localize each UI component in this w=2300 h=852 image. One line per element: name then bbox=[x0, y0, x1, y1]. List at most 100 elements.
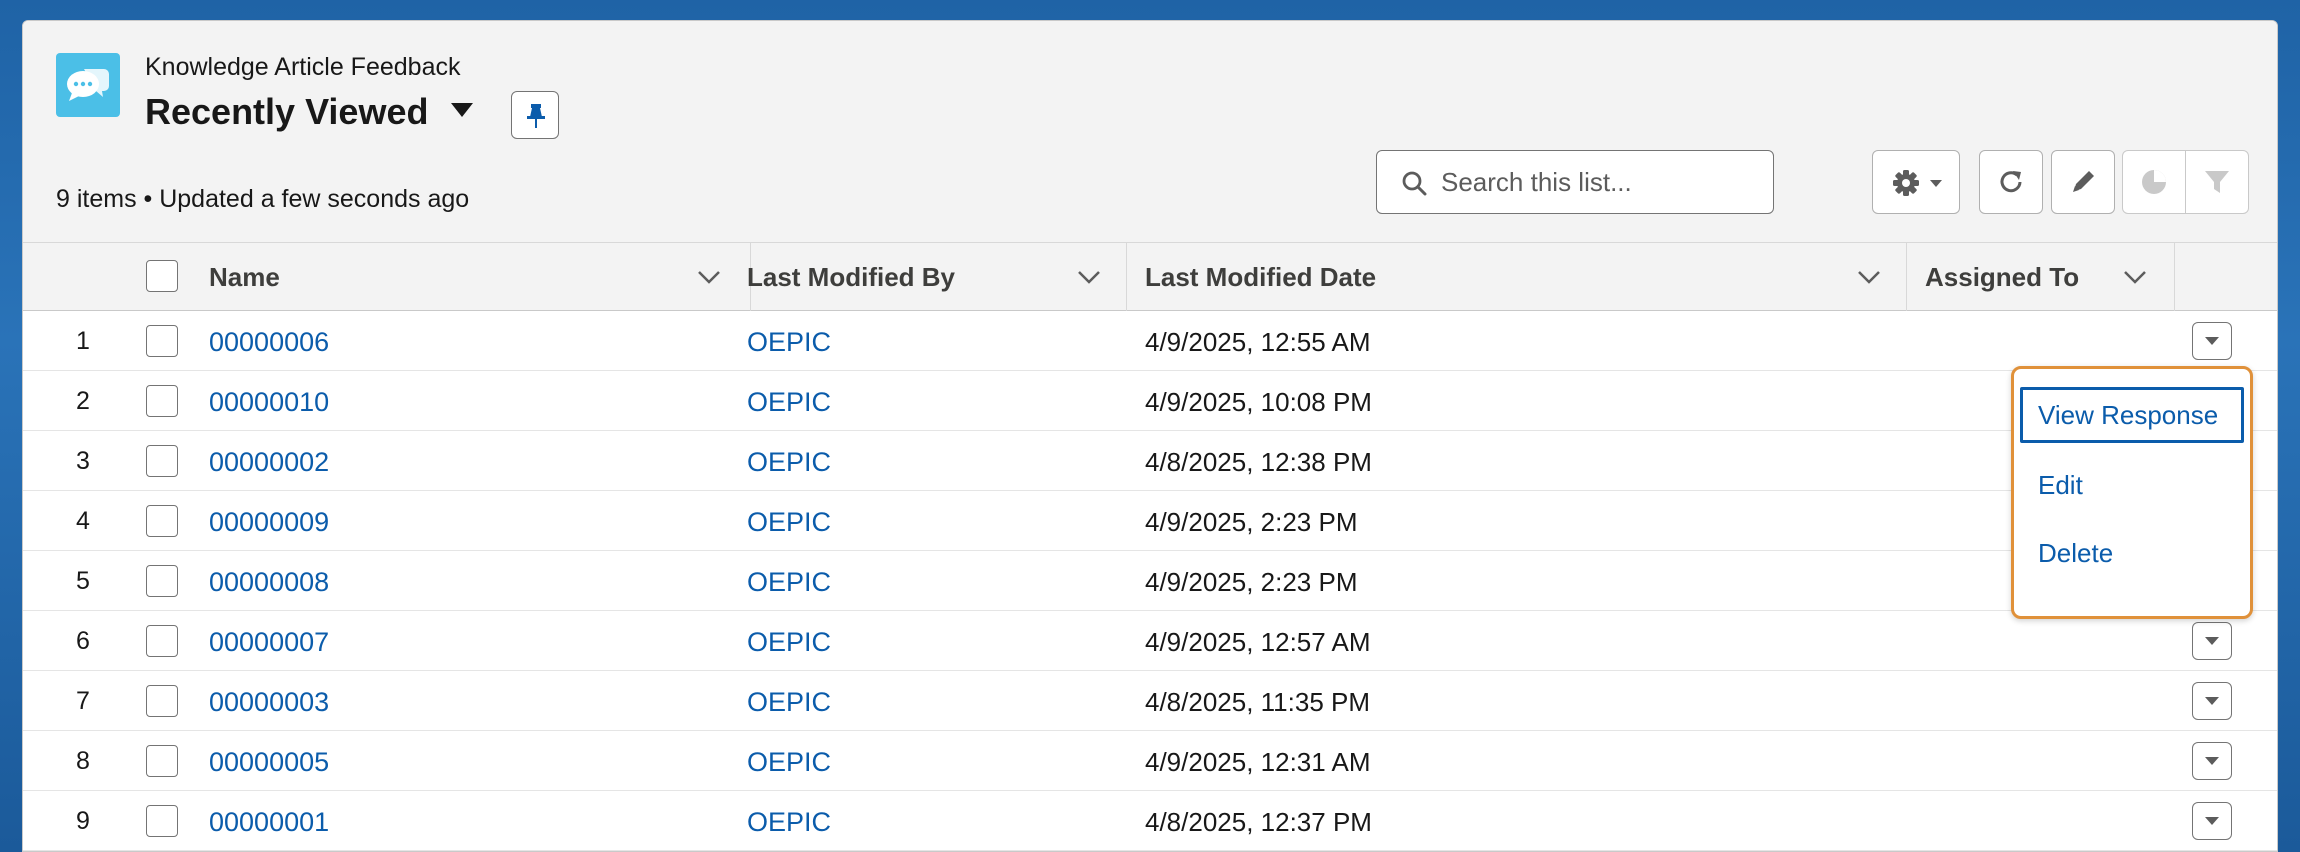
column-label: Name bbox=[209, 262, 280, 292]
row-actions-menu: View Response Edit Delete bbox=[2011, 366, 2253, 619]
table-row: 7 00000003 OEPIC 4/8/2025, 11:35 PM bbox=[23, 671, 2277, 731]
row-checkbox[interactable] bbox=[146, 805, 178, 837]
view-response-menu-item[interactable]: View Response bbox=[2020, 387, 2244, 443]
modified-by-link[interactable]: OEPIC bbox=[747, 447, 831, 478]
row-actions-button[interactable] bbox=[2192, 802, 2232, 840]
row-actions-button[interactable] bbox=[2192, 322, 2232, 360]
row-number: 9 bbox=[76, 807, 90, 835]
row-checkbox[interactable] bbox=[146, 445, 178, 477]
modified-date: 4/9/2025, 2:23 PM bbox=[1145, 567, 1358, 597]
record-name-link[interactable]: 00000002 bbox=[209, 447, 329, 478]
modified-by-link[interactable]: OEPIC bbox=[747, 627, 831, 658]
column-label: Assigned To bbox=[1925, 262, 2080, 292]
column-header-name[interactable]: Name bbox=[191, 243, 751, 311]
modified-by-link[interactable]: OEPIC bbox=[747, 807, 831, 838]
search-input[interactable] bbox=[1441, 161, 1761, 203]
filter-button bbox=[2185, 150, 2249, 214]
table-row: 9 00000001 OEPIC 4/8/2025, 12:37 PM bbox=[23, 791, 2277, 851]
table-row: 3 00000002 OEPIC 4/8/2025, 12:38 PM bbox=[23, 431, 2277, 491]
search-icon bbox=[1402, 171, 1427, 196]
modified-date: 4/8/2025, 12:37 PM bbox=[1145, 807, 1372, 837]
row-checkbox[interactable] bbox=[146, 625, 178, 657]
row-checkbox[interactable] bbox=[146, 685, 178, 717]
row-number: 5 bbox=[76, 567, 90, 595]
select-all-checkbox[interactable] bbox=[146, 260, 178, 292]
record-name-link[interactable]: 00000007 bbox=[209, 627, 329, 658]
inline-edit-button[interactable] bbox=[2051, 150, 2115, 214]
pin-icon bbox=[527, 104, 545, 128]
modified-date: 4/9/2025, 12:55 AM bbox=[1145, 327, 1371, 357]
row-number: 8 bbox=[76, 747, 90, 775]
column-header-last-modified-date[interactable]: Last Modified Date bbox=[1127, 243, 1907, 311]
pencil-icon bbox=[2073, 171, 2094, 192]
modified-by-link[interactable]: OEPIC bbox=[747, 327, 831, 358]
row-actions-button[interactable] bbox=[2192, 682, 2232, 720]
modified-date: 4/9/2025, 2:23 PM bbox=[1145, 507, 1358, 537]
record-name-link[interactable]: 00000008 bbox=[209, 567, 329, 598]
chevron-down-icon bbox=[1930, 180, 1942, 187]
modified-by-link[interactable]: OEPIC bbox=[747, 687, 831, 718]
chevron-down-icon[interactable] bbox=[697, 269, 721, 285]
chevron-down-icon[interactable] bbox=[1857, 269, 1881, 285]
row-number: 6 bbox=[76, 627, 90, 655]
row-number: 1 bbox=[76, 327, 90, 355]
table-row: 5 00000008 OEPIC 4/9/2025, 2:23 PM bbox=[23, 551, 2277, 611]
modified-by-link[interactable]: OEPIC bbox=[747, 507, 831, 538]
modified-by-link[interactable]: OEPIC bbox=[747, 747, 831, 778]
column-header-assigned-to[interactable]: Assigned To bbox=[1907, 243, 2175, 311]
list-view-switcher-icon[interactable] bbox=[451, 103, 473, 117]
feedback-object-icon bbox=[56, 53, 120, 117]
search-field[interactable] bbox=[1376, 150, 1774, 214]
column-label: Last Modified Date bbox=[1145, 262, 1377, 292]
list-view-title[interactable]: Recently Viewed bbox=[145, 91, 428, 133]
gear-icon bbox=[1893, 170, 1919, 196]
modified-date: 4/8/2025, 12:38 PM bbox=[1145, 447, 1372, 477]
row-checkbox[interactable] bbox=[146, 505, 178, 537]
record-name-link[interactable]: 00000010 bbox=[209, 387, 329, 418]
modified-date: 4/9/2025, 12:31 AM bbox=[1145, 747, 1371, 777]
row-checkbox[interactable] bbox=[146, 745, 178, 777]
row-actions-button[interactable] bbox=[2192, 742, 2232, 780]
row-checkbox[interactable] bbox=[146, 565, 178, 597]
chevron-down-icon bbox=[2205, 637, 2219, 645]
filter-icon bbox=[2205, 171, 2229, 193]
pin-list-button[interactable] bbox=[511, 91, 559, 139]
chevron-down-icon[interactable] bbox=[1077, 269, 1101, 285]
column-header-last-modified-by[interactable]: Last Modified By bbox=[729, 243, 1127, 311]
table-row: 2 00000010 OEPIC 4/9/2025, 10:08 PM bbox=[23, 371, 2277, 431]
edit-menu-item[interactable]: Edit bbox=[2020, 457, 2244, 513]
object-name: Knowledge Article Feedback bbox=[145, 53, 461, 81]
record-name-link[interactable]: 00000003 bbox=[209, 687, 329, 718]
chevron-down-icon bbox=[2205, 337, 2219, 345]
chevron-down-icon bbox=[2205, 697, 2219, 705]
row-number: 7 bbox=[76, 687, 90, 715]
row-actions-button[interactable] bbox=[2192, 622, 2232, 660]
row-number: 4 bbox=[76, 507, 90, 535]
row-number: 2 bbox=[76, 387, 90, 415]
chevron-down-icon bbox=[2205, 757, 2219, 765]
column-label: Last Modified By bbox=[747, 262, 956, 292]
list-view-panel: Knowledge Article Feedback Recently View… bbox=[22, 20, 2278, 852]
modified-date: 4/9/2025, 10:08 PM bbox=[1145, 387, 1372, 417]
chevron-down-icon bbox=[2205, 817, 2219, 825]
table-row: 4 00000009 OEPIC 4/9/2025, 2:23 PM bbox=[23, 491, 2277, 551]
row-checkbox[interactable] bbox=[146, 385, 178, 417]
record-name-link[interactable]: 00000006 bbox=[209, 327, 329, 358]
delete-menu-item[interactable]: Delete bbox=[2020, 525, 2244, 581]
row-number: 3 bbox=[76, 447, 90, 475]
refresh-button[interactable] bbox=[1979, 150, 2043, 214]
record-name-link[interactable]: 00000001 bbox=[209, 807, 329, 838]
chart-icon bbox=[2142, 170, 2166, 194]
modified-date: 4/8/2025, 11:35 PM bbox=[1145, 687, 1371, 717]
table-row: 1 00000006 OEPIC 4/9/2025, 12:55 AM bbox=[23, 311, 2277, 371]
chevron-down-icon[interactable] bbox=[2123, 269, 2147, 285]
row-checkbox[interactable] bbox=[146, 325, 178, 357]
table-row: 8 00000005 OEPIC 4/9/2025, 12:31 AM bbox=[23, 731, 2277, 791]
refresh-icon bbox=[2000, 171, 2022, 193]
record-name-link[interactable]: 00000009 bbox=[209, 507, 329, 538]
record-name-link[interactable]: 00000005 bbox=[209, 747, 329, 778]
table-row: 6 00000007 OEPIC 4/9/2025, 12:57 AM bbox=[23, 611, 2277, 671]
modified-by-link[interactable]: OEPIC bbox=[747, 567, 831, 598]
list-settings-button[interactable] bbox=[1872, 150, 1960, 214]
modified-by-link[interactable]: OEPIC bbox=[747, 387, 831, 418]
